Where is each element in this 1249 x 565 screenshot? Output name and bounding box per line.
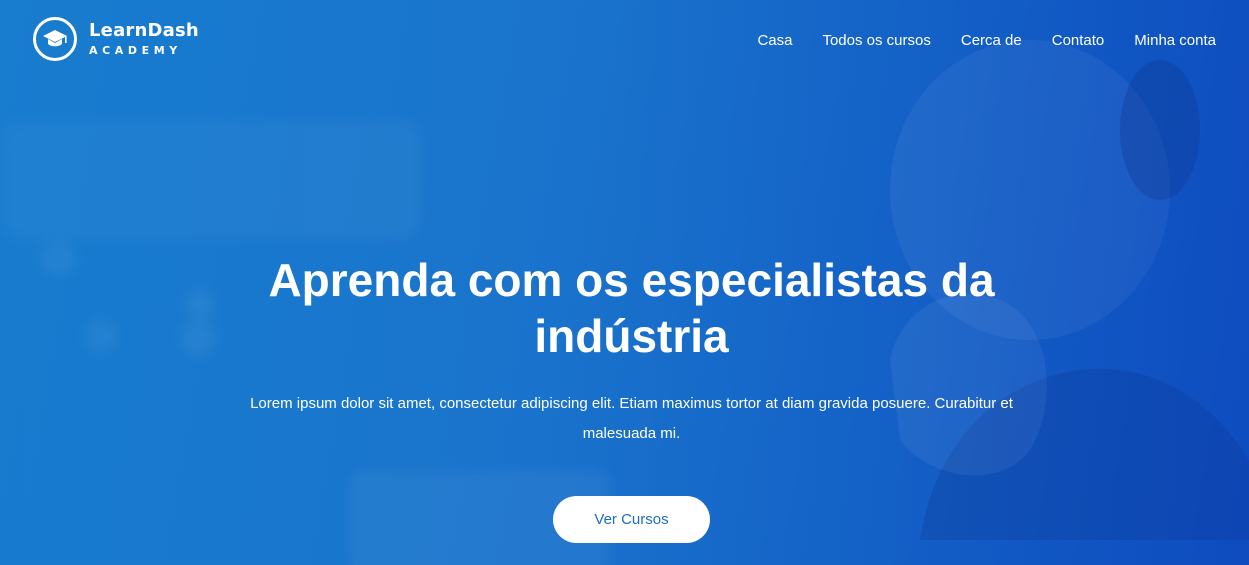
nav-item-contato[interactable]: Contato xyxy=(1052,32,1105,49)
nav-item-cerca-de[interactable]: Cerca de xyxy=(961,32,1022,49)
nav-item-todos-os-cursos[interactable]: Todos os cursos xyxy=(822,32,930,49)
brand-name: LearnDash xyxy=(89,20,199,41)
hero-section: LearnDash ACADEMY Casa Todos os cursos C… xyxy=(0,0,1249,565)
hero-headline: Aprenda com os especialistas da indústri… xyxy=(268,254,995,362)
site-logo[interactable]: LearnDash ACADEMY xyxy=(33,17,199,61)
view-courses-button[interactable]: Ver Cursos xyxy=(553,496,710,543)
brand-subtitle: ACADEMY xyxy=(89,44,182,57)
hero-description: Lorem ipsum dolor sit amet, consectetur … xyxy=(250,395,1013,442)
nav-item-minha-conta[interactable]: Minha conta xyxy=(1134,32,1216,49)
graduation-cap-icon xyxy=(33,17,77,61)
main-nav: Casa Todos os cursos Cerca de Contato Mi… xyxy=(757,32,1216,49)
nav-item-casa[interactable]: Casa xyxy=(757,32,792,49)
